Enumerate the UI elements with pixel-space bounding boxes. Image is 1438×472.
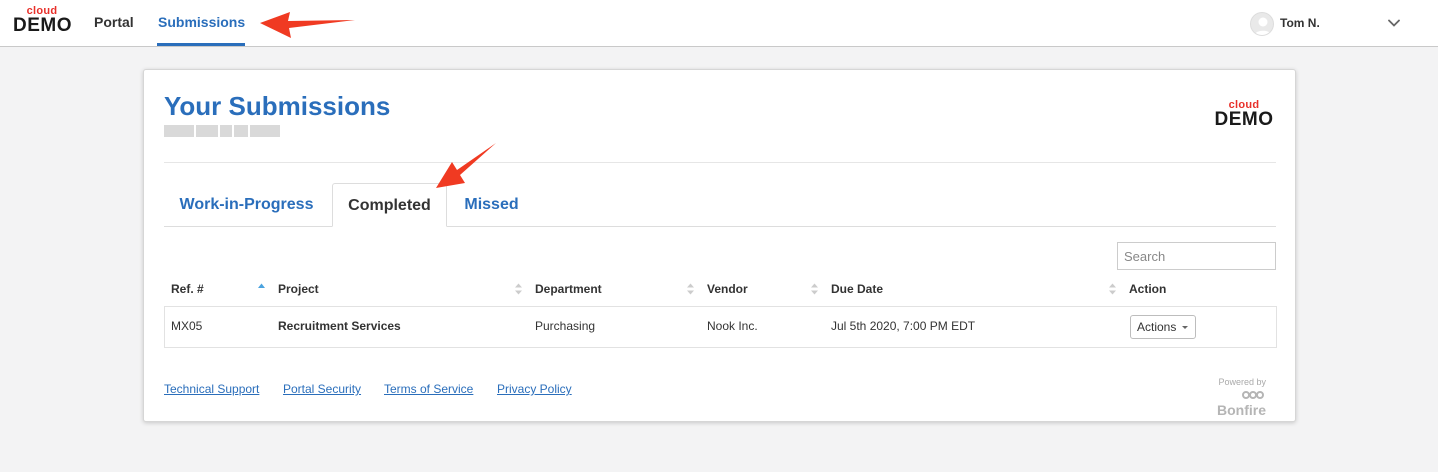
bonfire-logo-icon bbox=[1242, 391, 1264, 399]
cell-vendor: Nook Inc. bbox=[707, 319, 758, 333]
nav-item-portal[interactable]: Portal bbox=[94, 14, 134, 30]
caret-down-icon bbox=[1182, 326, 1188, 329]
page-title: Your Submissions bbox=[164, 91, 391, 121]
user-avatar-icon bbox=[1254, 17, 1272, 35]
search-input[interactable] bbox=[1117, 242, 1276, 270]
card-cloud-demo-logo: cloud DEMO bbox=[1214, 100, 1274, 130]
column-header-department[interactable]: Department bbox=[535, 282, 602, 296]
annotation-arrow-icon bbox=[260, 12, 355, 38]
footer-link-privacy-policy[interactable]: Privacy Policy bbox=[497, 382, 572, 396]
chevron-down-icon[interactable] bbox=[1386, 15, 1402, 31]
sort-icon[interactable] bbox=[686, 282, 695, 296]
column-header-project[interactable]: Project bbox=[278, 282, 319, 296]
logo-demo-text: DEMO bbox=[13, 15, 72, 36]
cell-due-date: Jul 5th 2020, 7:00 PM EDT bbox=[831, 319, 976, 333]
tabs-baseline bbox=[164, 226, 1276, 227]
redacted-subtitle bbox=[164, 123, 282, 139]
tab-work-in-progress[interactable]: Work-in-Progress bbox=[164, 183, 329, 227]
cloud-demo-logo[interactable]: cloud DEMO bbox=[13, 6, 72, 36]
nav-item-submissions[interactable]: Submissions bbox=[158, 14, 245, 30]
actions-button-label: Actions bbox=[1137, 320, 1177, 334]
top-navbar: cloud DEMO Portal Submissions Tom N. bbox=[0, 0, 1438, 47]
cell-department: Purchasing bbox=[535, 319, 596, 333]
sort-icon[interactable] bbox=[514, 282, 523, 296]
tab-completed[interactable]: Completed bbox=[332, 183, 447, 227]
column-header-action: Action bbox=[1129, 282, 1167, 296]
header-divider bbox=[164, 162, 1276, 163]
sort-icon[interactable] bbox=[810, 282, 819, 296]
powered-by-bonfire[interactable]: Powered by Bonfire bbox=[1194, 377, 1266, 418]
footer-link-terms-of-service[interactable]: Terms of Service bbox=[384, 382, 473, 396]
bonfire-brand-text: Bonfire bbox=[1217, 402, 1266, 418]
actions-dropdown-button[interactable]: Actions bbox=[1130, 315, 1196, 339]
annotation-arrow-icon bbox=[436, 143, 496, 188]
user-name[interactable]: Tom N. bbox=[1280, 16, 1320, 30]
footer-link-portal-security[interactable]: Portal Security bbox=[283, 382, 361, 396]
sort-icon[interactable] bbox=[1108, 282, 1117, 296]
sort-asc-icon[interactable] bbox=[257, 282, 266, 296]
column-header-due-date[interactable]: Due Date bbox=[831, 282, 883, 296]
footer-link-technical-support[interactable]: Technical Support bbox=[164, 382, 259, 396]
cell-ref: MX05 bbox=[171, 319, 203, 333]
bonfire-brand: Bonfire bbox=[1194, 386, 1266, 418]
column-header-ref[interactable]: Ref. # bbox=[171, 282, 204, 296]
submissions-card: Your Submissions cloud DEMO Work-in-Prog… bbox=[143, 69, 1296, 422]
column-header-vendor[interactable]: Vendor bbox=[707, 282, 748, 296]
user-avatar[interactable] bbox=[1250, 12, 1274, 36]
card-logo-demo-text: DEMO bbox=[1214, 109, 1274, 130]
nav-active-indicator bbox=[157, 43, 245, 46]
cell-project: Recruitment Services bbox=[278, 319, 401, 333]
